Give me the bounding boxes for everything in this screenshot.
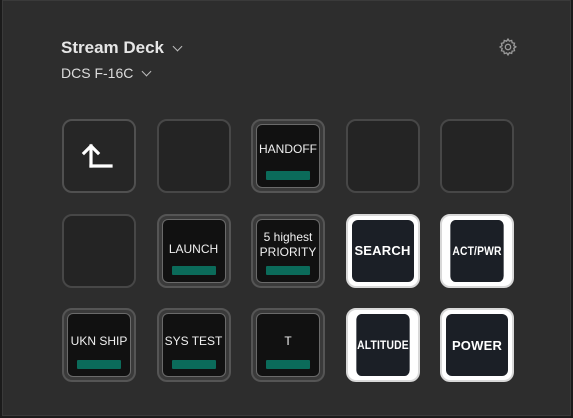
profile-title: DCS F-16C	[61, 65, 134, 81]
key-label: SYS TEST	[164, 333, 223, 348]
chevron-down-icon	[172, 41, 183, 51]
key-face: 5 highest PRIORITY	[256, 218, 320, 283]
status-led	[266, 265, 310, 275]
status-led	[266, 171, 310, 180]
empty-key[interactable]	[345, 119, 420, 193]
key-face: UKN SHIP	[67, 313, 131, 377]
key-label: 5 highest PRIORITY	[257, 220, 319, 264]
act-pwr-key[interactable]: ACT/PWR	[440, 213, 514, 288]
status-led	[77, 360, 121, 369]
key-face: SYS TEST	[161, 313, 226, 377]
status-led	[171, 265, 216, 275]
key-label-line2: PRIORITY	[259, 244, 317, 259]
status-led	[171, 360, 216, 369]
key-label: ACT/PWR	[450, 219, 504, 282]
key-label: SEARCH	[351, 219, 414, 282]
status-led	[266, 360, 310, 369]
key-face: LAUNCH	[161, 218, 226, 283]
device-selector[interactable]: Stream Deck	[61, 38, 183, 58]
handoff-key[interactable]: HANDOFF	[251, 119, 325, 193]
key-face: T	[256, 313, 320, 377]
key-label: T	[284, 333, 292, 348]
t-key[interactable]: T	[251, 308, 325, 382]
key-label: HANDOFF	[259, 141, 317, 156]
gear-icon[interactable]	[498, 37, 518, 57]
profile-selector[interactable]: DCS F-16C	[61, 65, 152, 81]
priority-key[interactable]: 5 highest PRIORITY	[251, 213, 325, 288]
key-grid: HANDOFF LAUNCH 5 highest PRIORITY SEARCH…	[62, 119, 514, 382]
altitude-key[interactable]: ALTITUDE	[345, 308, 420, 382]
back-key[interactable]	[62, 119, 136, 193]
key-label: POWER	[446, 314, 508, 376]
stream-deck-panel: Stream Deck DCS F-16C HANDOFF LAUNCH 5 h…	[2, 0, 571, 416]
key-label: UKN SHIP	[70, 333, 128, 348]
device-title: Stream Deck	[61, 38, 165, 57]
key-face: HANDOFF	[256, 124, 320, 188]
empty-key[interactable]	[62, 213, 136, 288]
ukn-ship-key[interactable]: UKN SHIP	[62, 308, 136, 382]
back-arrow-icon	[81, 143, 113, 168]
search-key[interactable]: SEARCH	[345, 213, 420, 288]
key-label: ALTITUDE	[355, 314, 410, 376]
key-label-line1: 5 highest	[263, 229, 313, 244]
key-label: LAUNCH	[168, 242, 219, 256]
power-key[interactable]: POWER	[440, 308, 514, 382]
empty-key[interactable]	[156, 119, 231, 193]
empty-key[interactable]	[440, 119, 514, 193]
chevron-down-icon	[141, 66, 152, 76]
launch-key[interactable]: LAUNCH	[156, 213, 231, 288]
sys-test-key[interactable]: SYS TEST	[156, 308, 231, 382]
